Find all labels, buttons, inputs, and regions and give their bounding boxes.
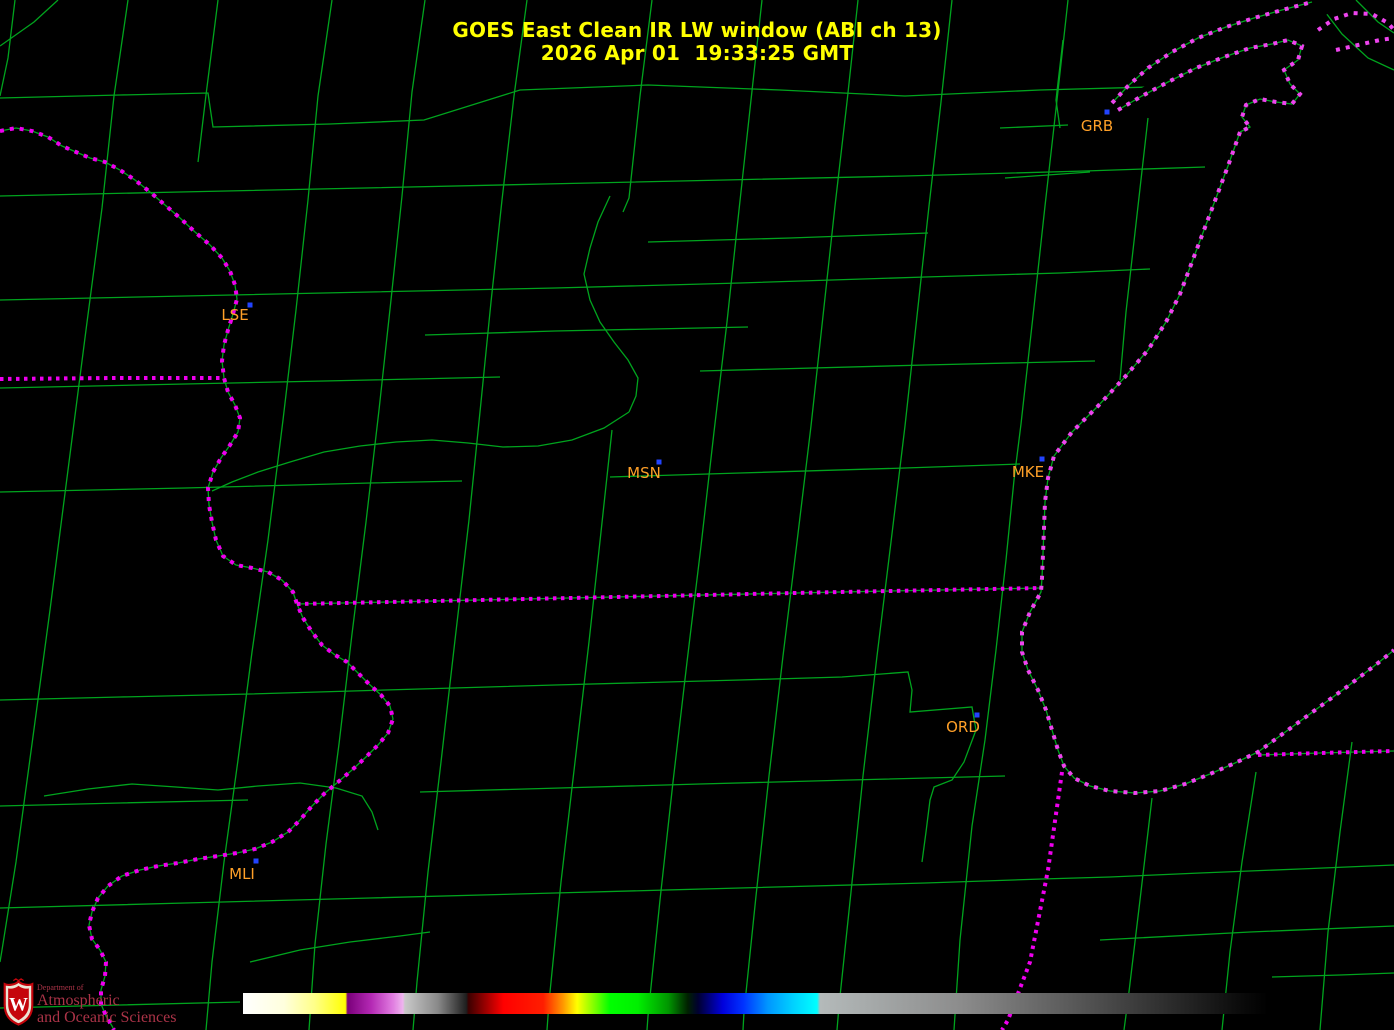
logo-dept-text: Department of xyxy=(37,983,84,992)
timestamp: 2026 Apr 01 19:33:25 GMT xyxy=(540,41,854,65)
ir-temperature-colorbar xyxy=(243,993,1268,1014)
image-title-block: GOES East Clean IR LW window (ABI ch 13)… xyxy=(0,19,1394,65)
satellite-image-viewport: GOES East Clean IR LW window (ABI ch 13)… xyxy=(0,0,1394,1030)
logo-line2: and Oceanic Sciences xyxy=(37,1009,177,1026)
station-label-grb: GRB xyxy=(1080,117,1114,135)
product-title: GOES East Clean IR LW window (ABI ch 13) xyxy=(452,18,942,42)
station-label-lse: LSE xyxy=(221,306,249,324)
station-label-msn: MSN xyxy=(627,464,661,482)
aos-logo: W Department of Atmospheric and Oceanic … xyxy=(3,976,233,1030)
uw-crest-icon: W xyxy=(3,978,34,1026)
station-label-mli: MLI xyxy=(229,865,255,883)
station-label-mke: MKE xyxy=(1011,463,1045,481)
ir-colorbar-gradient xyxy=(243,993,1268,1014)
station-label-ord: ORD xyxy=(946,718,980,736)
svg-text:W: W xyxy=(9,995,28,1016)
logo-line1: Atmospheric xyxy=(37,992,120,1009)
